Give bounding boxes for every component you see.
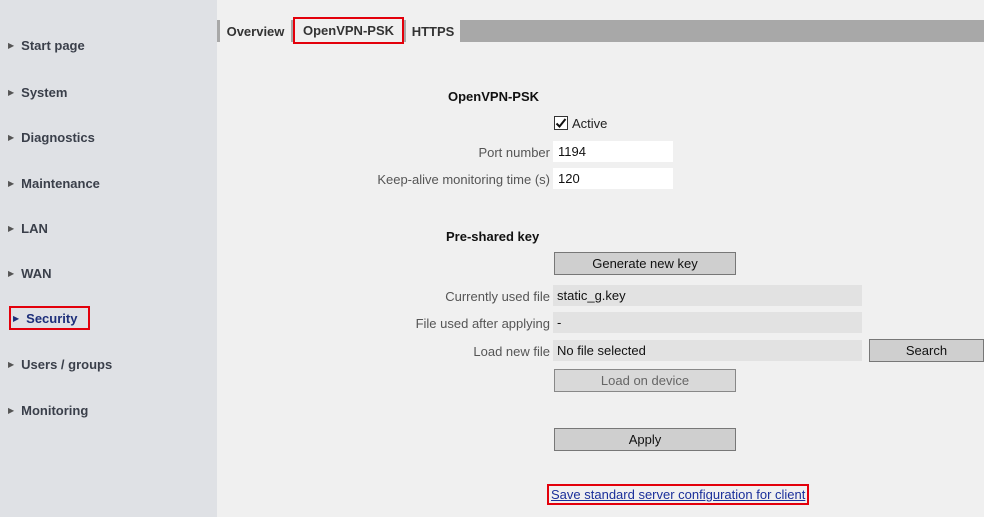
port-number-input[interactable]: 1194	[553, 141, 673, 162]
sidebar-item-maintenance[interactable]: ▶ Maintenance	[0, 172, 108, 194]
sidebar-item-label: Security	[26, 310, 78, 326]
load-new-file-input[interactable]: No file selected	[553, 340, 862, 361]
chevron-right-icon: ▶	[8, 405, 15, 415]
sidebar-item-label: System	[21, 84, 68, 100]
apply-button[interactable]: Apply	[554, 428, 736, 451]
sidebar-item-label: Monitoring	[21, 402, 89, 418]
active-checkbox[interactable]	[554, 116, 568, 130]
sidebar-item-label: LAN	[21, 220, 48, 236]
sidebar-nav: ▶ Start page ▶ System ▶ Diagnostics ▶ Ma…	[0, 0, 217, 517]
currently-used-file-value: static_g.key	[553, 285, 862, 306]
keepalive-time-input[interactable]: 120	[553, 168, 673, 189]
tab-bar: Overview OpenVPN-PSK HTTPS	[217, 17, 984, 44]
save-server-config-link[interactable]: Save standard server configuration for c…	[547, 484, 810, 505]
active-label: Active	[572, 116, 608, 131]
tab-https[interactable]: HTTPS	[406, 20, 460, 42]
main-content: Overview OpenVPN-PSK HTTPS OpenVPN-PSK A…	[217, 0, 984, 517]
chevron-right-icon: ▶	[13, 313, 20, 323]
chevron-right-icon: ▶	[8, 40, 15, 50]
chevron-right-icon: ▶	[8, 223, 15, 233]
chevron-right-icon: ▶	[8, 87, 15, 97]
sidebar-item-users-groups[interactable]: ▶ Users / groups	[0, 353, 120, 375]
tab-label: Overview	[226, 23, 285, 39]
currently-used-file-label: Currently used file	[445, 289, 550, 304]
checkmark-icon	[555, 118, 567, 128]
port-number-label: Port number	[478, 145, 550, 160]
generate-new-key-button[interactable]: Generate new key	[554, 252, 736, 275]
sidebar-item-start-page[interactable]: ▶ Start page	[0, 34, 93, 56]
sidebar-item-lan[interactable]: ▶ LAN	[0, 217, 56, 239]
chevron-right-icon: ▶	[8, 178, 15, 188]
sidebar-item-label: WAN	[21, 265, 52, 281]
search-file-button[interactable]: Search	[869, 339, 984, 362]
sidebar-item-wan[interactable]: ▶ WAN	[0, 262, 60, 284]
sidebar-item-system[interactable]: ▶ System	[0, 81, 75, 103]
sidebar-item-diagnostics[interactable]: ▶ Diagnostics	[0, 126, 103, 148]
keepalive-time-label: Keep-alive monitoring time (s)	[377, 172, 550, 187]
tab-openvpn-psk[interactable]: OpenVPN-PSK	[293, 17, 404, 44]
tab-overview[interactable]: Overview	[220, 20, 291, 42]
load-new-file-label: Load new file	[473, 344, 550, 359]
sidebar-item-label: Maintenance	[21, 175, 100, 191]
tab-label: HTTPS	[411, 23, 455, 39]
file-after-applying-label: File used after applying	[415, 316, 550, 331]
tab-label: OpenVPN-PSK	[302, 23, 394, 38]
section-title-openvpn: OpenVPN-PSK	[448, 89, 540, 104]
file-after-applying-value: -	[553, 312, 862, 333]
sidebar-item-label: Start page	[21, 37, 85, 53]
load-on-device-button[interactable]: Load on device	[554, 369, 736, 392]
chevron-right-icon: ▶	[8, 132, 15, 142]
sidebar-item-monitoring[interactable]: ▶ Monitoring	[0, 399, 96, 421]
chevron-right-icon: ▶	[8, 359, 15, 369]
sidebar-item-security[interactable]: ▶ Security	[9, 306, 90, 330]
sidebar-item-label: Diagnostics	[21, 129, 95, 145]
sidebar-item-label: Users / groups	[21, 356, 113, 372]
section-title-pre-shared-key: Pre-shared key	[446, 229, 540, 244]
chevron-right-icon: ▶	[8, 268, 15, 278]
